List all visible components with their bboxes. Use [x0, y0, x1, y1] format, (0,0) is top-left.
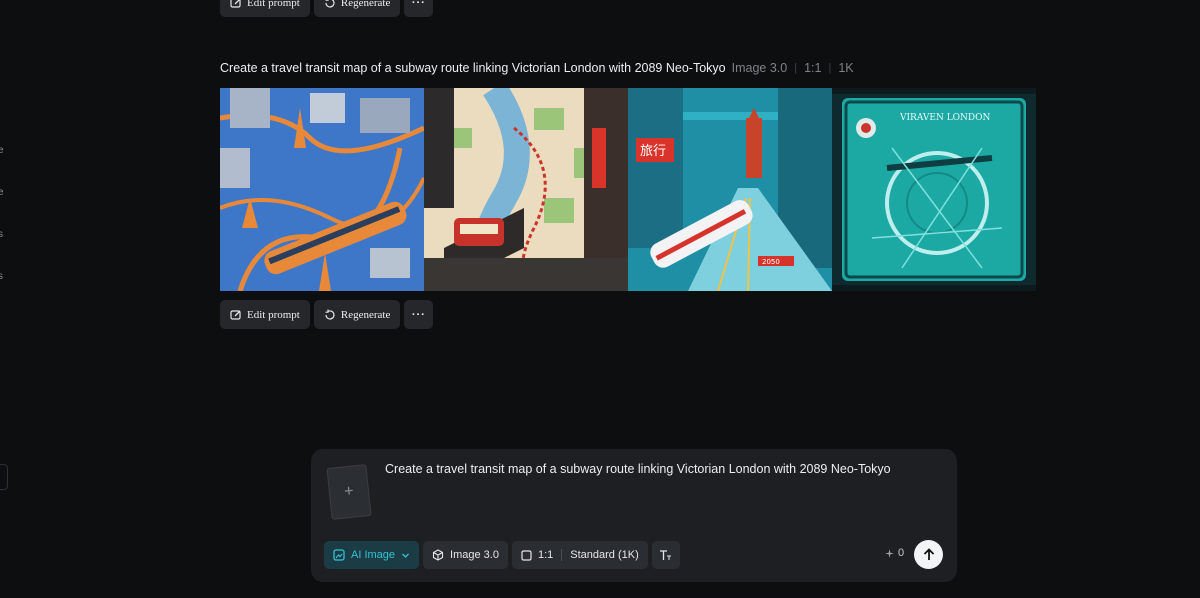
generation-header: Create a travel transit map of a subway … — [220, 60, 854, 76]
ai-image-icon — [333, 549, 345, 561]
more-icon: ··· — [411, 0, 426, 9]
edit-prompt-label: Edit prompt — [247, 0, 300, 9]
ratio-quality-selector[interactable]: 1:1 Standard (1K) — [511, 541, 648, 569]
generated-image[interactable] — [220, 88, 424, 291]
more-options-button[interactable]: ··· — [404, 0, 434, 17]
sparkle-icon — [885, 548, 894, 558]
regenerate-icon — [325, 309, 335, 320]
divider — [561, 549, 563, 561]
sidebar-label-fragment: e — [0, 187, 4, 198]
regenerate-label: Regenerate — [340, 0, 391, 9]
mode-label: AI Image — [351, 549, 396, 561]
image-gallery: 旅行 2050 VIRAVEN LONDON — [220, 88, 1036, 291]
sidebar-toggle-button[interactable] — [0, 464, 8, 490]
chevron-down-icon — [402, 553, 409, 558]
generated-image[interactable] — [424, 88, 628, 291]
ratio-tag: 1:1 — [804, 61, 822, 75]
more-options-button[interactable]: ··· — [404, 300, 434, 329]
ratio-label: 1:1 — [537, 549, 554, 561]
edit-prompt-label: Edit prompt — [247, 308, 300, 321]
generated-image[interactable]: VIRAVEN LONDON — [832, 88, 1036, 291]
text-style-icon — [660, 550, 672, 560]
model-selector[interactable]: Image 3.0 — [423, 541, 508, 569]
divider: | — [828, 62, 832, 74]
plus-icon: + — [343, 482, 355, 501]
divider: | — [794, 62, 798, 74]
edit-icon — [230, 0, 241, 8]
model-label: Image 3.0 — [450, 549, 499, 561]
sidebar-label-fragment: s — [0, 271, 3, 282]
map-title-text: VIRAVEN LONDON — [899, 113, 991, 123]
credits-value: 0 — [898, 547, 905, 559]
sidebar-label-fragment: e — [0, 145, 4, 156]
page: e e s s Edit prompt Regenerate ··· Creat… — [0, 0, 1200, 598]
prompt-input[interactable]: Create a travel transit map of a subway … — [385, 462, 891, 476]
cube-icon — [432, 549, 444, 561]
generated-image[interactable]: 旅行 2050 — [628, 88, 832, 291]
quality-label: Standard (1K) — [570, 549, 639, 561]
generation-actions: Edit prompt Regenerate ··· — [220, 300, 434, 329]
edit-prompt-button[interactable]: Edit prompt — [220, 0, 310, 17]
sidebar-label-fragment: s — [0, 229, 3, 240]
year-marker-text: 2050 — [762, 258, 780, 266]
credits-indicator: 0 — [885, 547, 904, 559]
prompt-composer: + Create a travel transit map of a subwa… — [311, 449, 957, 582]
regenerate-button[interactable]: Regenerate — [313, 300, 401, 329]
reference-image-upload[interactable]: + — [326, 464, 372, 520]
generation-prompt: Create a travel transit map of a subway … — [220, 61, 726, 75]
previous-generation-actions: Edit prompt Regenerate ··· — [220, 0, 434, 17]
send-button[interactable] — [914, 540, 943, 569]
regenerate-button[interactable]: Regenerate — [313, 0, 401, 17]
edit-icon — [230, 309, 241, 320]
shop-sign-text: 旅行 — [640, 144, 666, 159]
regenerate-icon — [325, 0, 335, 8]
regenerate-label: Regenerate — [340, 308, 391, 321]
composer-toolbar: AI Image Image 3.0 1:1 Standard (1K) — [324, 541, 680, 569]
collapsed-sidebar: e e s s — [0, 0, 10, 598]
edit-prompt-button[interactable]: Edit prompt — [220, 300, 310, 329]
square-icon — [521, 549, 532, 561]
resolution-tag: 1K — [838, 61, 854, 75]
more-icon: ··· — [411, 308, 426, 321]
text-style-button[interactable] — [651, 541, 680, 569]
mode-selector[interactable]: AI Image — [324, 541, 420, 569]
model-tag: Image 3.0 — [731, 61, 788, 75]
arrow-up-icon — [923, 548, 934, 560]
